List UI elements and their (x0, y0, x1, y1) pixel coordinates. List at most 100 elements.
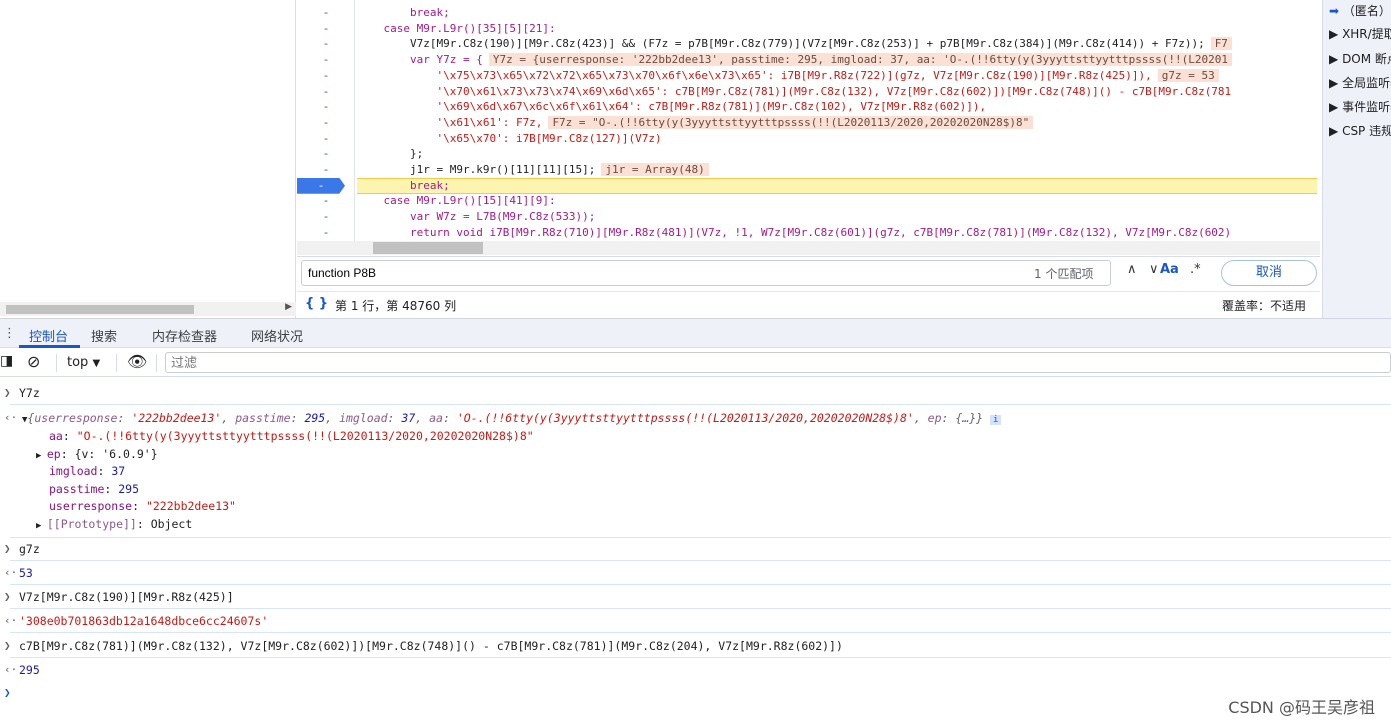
inline-value-annotation: j1r = Array(48) (601, 163, 709, 176)
code-text: V7z[M9r.C8z(190)][M9r.C8z(423)] && (F7z … (357, 37, 1205, 51)
cancel-search-button[interactable]: 取消 (1221, 260, 1317, 286)
watermark: CSDN @码王吴彦祖 (1228, 698, 1375, 717)
tab-memory-inspector[interactable]: 内存检查器 (152, 326, 217, 345)
clear-console-icon[interactable]: ⊘ (27, 352, 40, 371)
code-text: '\x61\x61': F7z, (357, 115, 543, 129)
next-match-button[interactable]: ∨ (1149, 262, 1159, 277)
line-number[interactable]: - (297, 225, 355, 241)
match-count: 1 个匹配项 (1034, 267, 1094, 281)
code-text: '\x69\x6d\x67\x6c\x6f\x61\x64': c7B[M9r.… (357, 100, 987, 114)
line-number[interactable]: - (297, 193, 355, 209)
file-navigator-pane: ▶ (0, 0, 296, 318)
line-number[interactable]: - (297, 68, 355, 84)
expand-icon[interactable]: ▶ (36, 521, 47, 531)
property-userresponse: userresponse: "222bb2dee13" (49, 499, 236, 513)
line-number[interactable]: - (297, 115, 355, 131)
line-number[interactable]: - (297, 209, 355, 225)
inline-value-annotation: Y7z = {userresponse: '222bb2dee13', pass… (488, 53, 1232, 67)
cursor-position: 第 1 行，第 48760 列 (335, 299, 457, 313)
coverage-status: 覆盖率：不适用 (1221, 299, 1306, 313)
scroll-right-icon[interactable]: ▶ (285, 302, 292, 312)
console-result-row: ‹· '308e0b701863db12a1648dbce6cc24607s' (4, 614, 269, 628)
inline-value-annotation: F7 (1210, 37, 1232, 51)
section-xhr-breakpoints[interactable]: ▶ XHR/提取断点 (1329, 25, 1391, 42)
current-frame-arrow-icon: ➡ (1329, 4, 1340, 18)
console-prompt[interactable]: ❯ (0, 683, 1391, 703)
live-expression-eye-icon[interactable]: 👁 (127, 352, 147, 371)
sidebar-toggle-icon[interactable]: ◨ (0, 353, 13, 369)
code-text: '\x70\x61\x73\x73\x74\x69\x6d\x65': c7B[… (357, 84, 1232, 98)
source-editor[interactable]: --------------- break; case M9r.L9r()[35… (297, 0, 1320, 255)
pretty-print-icon[interactable]: { } (305, 296, 328, 311)
inline-value-annotation: g7z = 53 (1157, 68, 1219, 82)
expand-icon: ▶ (1329, 27, 1339, 41)
code-line: break; (357, 177, 1317, 194)
search-input[interactable] (301, 260, 1111, 286)
section-global-listeners[interactable]: ▶ 全局监听器 (1329, 74, 1391, 91)
console-input-row[interactable]: ❯ c7B[M9r.C8z(781)](M9r.C8z(132), V7z[M9r… (0, 636, 1391, 656)
code-line: '\x70\x61\x73\x73\x74\x69\x6d\x65': c7B[… (357, 84, 1317, 100)
code-line: case M9r.L9r()[15][41][9]: (357, 193, 1317, 209)
line-number[interactable]: - (297, 131, 355, 147)
code-text: }; (357, 147, 424, 161)
expand-icon: ▶ (1329, 52, 1339, 66)
code-line: }; (357, 146, 1317, 162)
code-text: '\x75\x73\x65\x72\x72\x65\x73\x70\x6f\x6… (357, 68, 1152, 82)
console-result-row[interactable]: ‹· ▼{userresponse: '222bb2dee13', passtim… (0, 408, 1391, 428)
line-number[interactable]: - (297, 99, 355, 115)
expand-icon: ▶ (1329, 100, 1339, 114)
expand-icon: ▶ (1329, 124, 1339, 138)
tab-network-conditions[interactable]: 网络状况 (251, 326, 303, 345)
line-number[interactable]: - (297, 84, 355, 100)
expand-icon: ▶ (1329, 76, 1339, 90)
current-line-marker[interactable]: - (297, 177, 345, 194)
code-text: case M9r.L9r()[15][41][9]: (357, 194, 556, 208)
active-tab-indicator (19, 345, 80, 348)
call-stack-anonymous[interactable]: ➡ （匿名） (1329, 2, 1391, 19)
line-number[interactable]: - (297, 36, 355, 52)
tab-console[interactable]: 控制台 (29, 326, 68, 345)
code-line: var Y7z = { Y7z = {userresponse: '222bb2d… (357, 52, 1317, 68)
line-number[interactable]: - (297, 52, 355, 68)
tab-search[interactable]: 搜索 (91, 326, 117, 345)
code-line: V7z[M9r.C8z(190)][M9r.C8z(423)] && (F7z … (357, 36, 1317, 52)
console-result-row: ‹· 53 (4, 566, 33, 580)
navigator-horizontal-scrollbar[interactable]: ▶ (0, 302, 296, 316)
code-text: j1r = M9r.k9r()[11][11][15]; (357, 163, 596, 176)
code-line: '\x75\x73\x65\x72\x72\x65\x73\x70\x6f\x6… (357, 68, 1317, 84)
inline-value-annotation: F7z = "O-.(!!6tty(y(3yyyttsttyytttpssss(… (548, 115, 1034, 129)
context-selector[interactable]: top ▼ (67, 355, 100, 370)
line-number[interactable]: - (297, 21, 355, 37)
code-line: break; (357, 5, 1317, 21)
property-aa: aa: "O-.(!!6tty(y(3yyyttsttyytttpssss(!!… (49, 429, 534, 443)
console-input-row[interactable]: ❯ Y7z (0, 383, 1391, 403)
match-case-button[interactable]: Aa (1160, 262, 1179, 277)
section-csp-breakpoints[interactable]: ▶ CSP 违规断点 (1329, 122, 1391, 139)
editor-horizontal-scrollbar[interactable] (297, 241, 1320, 255)
previous-match-button[interactable]: ∧ (1127, 262, 1137, 277)
console-input-row[interactable]: ❯ V7z[M9r.C8z(190)][M9r.R8z(425)] (0, 587, 1391, 607)
console-input-row[interactable]: ❯ g7z (0, 539, 1391, 559)
section-dom-breakpoints[interactable]: ▶ DOM 断点 (1329, 50, 1391, 67)
line-number[interactable]: - (297, 162, 355, 178)
line-gutter[interactable]: --------------- (297, 0, 355, 241)
line-number[interactable]: - (297, 146, 355, 162)
property-prototype[interactable]: ▶ [[Prototype]]: Object (0, 514, 1391, 534)
code-line: case M9r.L9r()[35][5][21]: (357, 21, 1317, 37)
code-text: break; (357, 178, 450, 192)
code-line: j1r = M9r.k9r()[11][11][15]; j1r = Array(… (357, 162, 1317, 178)
more-menu-icon[interactable]: ⋮ (3, 326, 16, 341)
info-icon[interactable]: i (990, 415, 1002, 425)
line-number[interactable]: - (297, 5, 355, 21)
property-imgload: imgload: 37 (49, 464, 126, 478)
console-toolbar: ◨ ⊘ top ▼ 👁 (0, 349, 1391, 377)
section-event-listener-breakpoints[interactable]: ▶ 事件监听器断点 (1329, 98, 1391, 115)
code-line: '\x61\x61': F7z, F7z = "O-.(!!6tty(y(3yyy… (357, 115, 1317, 131)
code-line: '\x65\x70': i7B[M9r.C8z(127)](V7z) (357, 131, 1317, 147)
filter-input[interactable] (165, 352, 1391, 373)
code-text: var W7z = L7B(M9r.C8z(533)); (357, 210, 596, 224)
code-text: var Y7z = { (357, 53, 483, 67)
expand-icon[interactable]: ▶ (36, 451, 47, 461)
regex-button[interactable]: .* (1190, 262, 1201, 277)
source-search-bar: 1 个匹配项 ∧ ∨ Aa .* 取消 (297, 256, 1320, 290)
